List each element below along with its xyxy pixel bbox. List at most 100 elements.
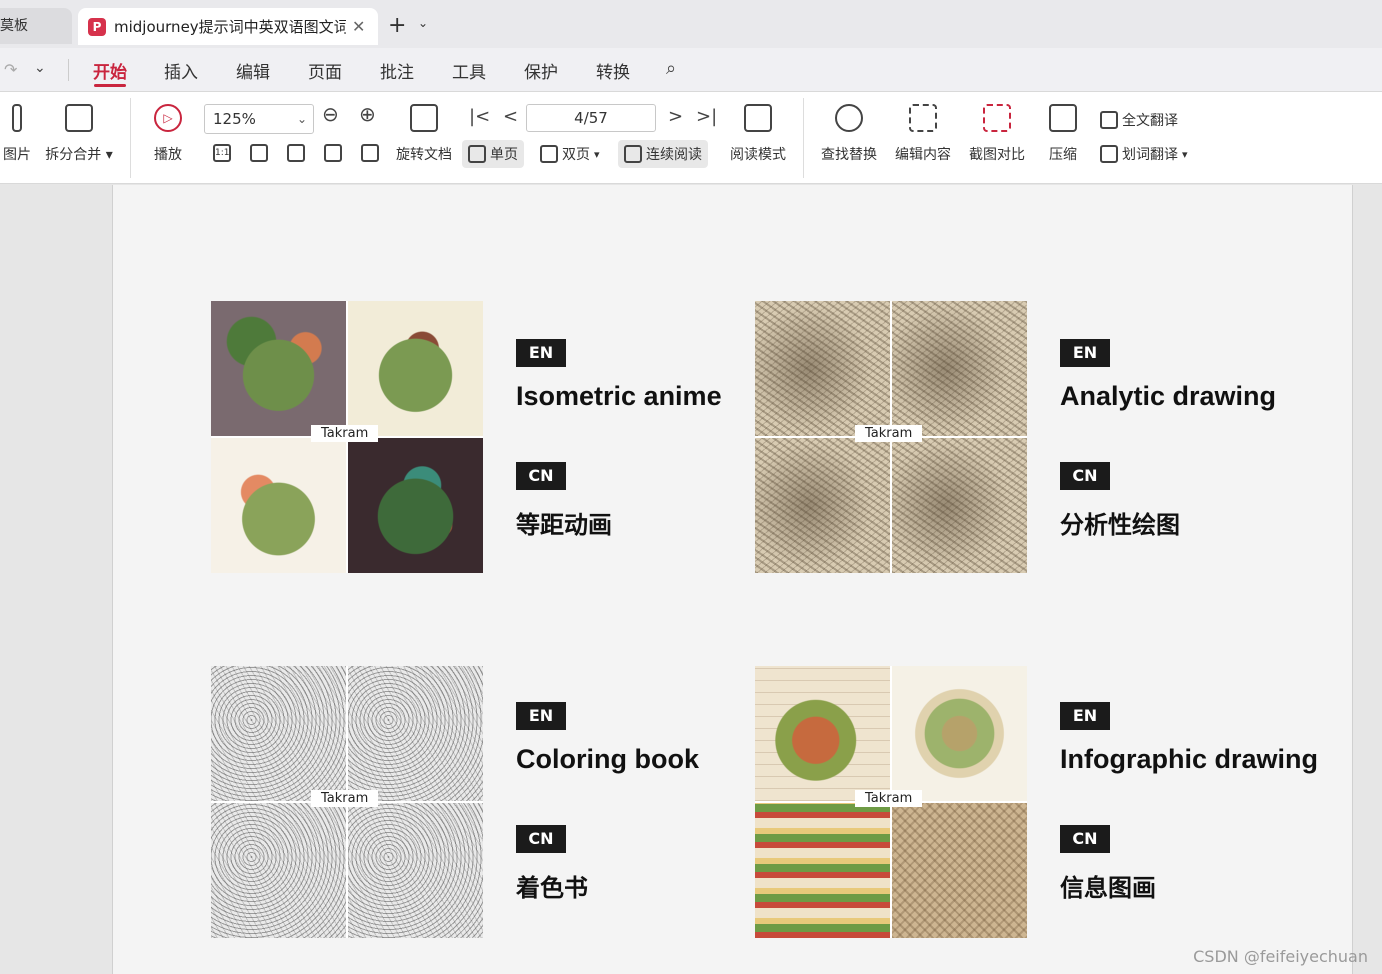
menu-start[interactable]: 开始 (93, 58, 127, 83)
double-page-button[interactable]: 双页 ▾ (540, 144, 600, 164)
rotate-document-label: 旋转文档 (396, 147, 452, 163)
full-translate-button[interactable]: 全文翻译 (1100, 110, 1178, 130)
menu-edit[interactable]: 编辑 (236, 58, 270, 83)
redo-icon[interactable]: ↷ (4, 60, 17, 79)
en-badge: EN (516, 339, 566, 367)
play-button[interactable]: ▷ 播放 (150, 92, 186, 164)
tab-previous[interactable]: 莫板 (0, 8, 72, 44)
artwork-image (348, 438, 483, 573)
cn-badge: CN (516, 462, 566, 490)
chinese-term: 等距动画 (516, 511, 612, 539)
english-term: Infographic drawing (1060, 744, 1319, 774)
new-tab-icon[interactable]: + (388, 13, 406, 38)
compress-icon (1049, 104, 1077, 132)
image-icon (12, 104, 22, 132)
artwork-image (348, 666, 483, 801)
double-page-label: 双页 (562, 147, 590, 163)
takram-label: Takram (311, 425, 379, 442)
artwork-image (755, 301, 890, 436)
toolbar: 图片 拆分合并 ▾ ▷ 播放 125% ⌄ ⊖ ⊕ 1:1 旋转文档 单页 双页… (0, 92, 1382, 184)
screenshot-compare-label: 截图对比 (969, 147, 1025, 163)
artwork-image (755, 803, 890, 938)
edit-content-button[interactable]: 编辑内容 (892, 92, 954, 164)
menu-annotate[interactable]: 批注 (380, 58, 414, 83)
play-icon: ▷ (154, 104, 182, 132)
tab-previous-label: 莫板 (0, 18, 28, 34)
previous-page-icon[interactable]: < (503, 106, 518, 127)
rotate-right-icon (361, 144, 379, 162)
zoom-select[interactable]: 125% ⌄ (204, 104, 314, 134)
find-replace-button[interactable]: 查找替换 (818, 92, 880, 164)
word-translate-button[interactable]: 划词翻译 ▾ (1100, 144, 1188, 164)
menu-convert[interactable]: 转换 (596, 58, 630, 83)
menu-insert[interactable]: 插入 (164, 58, 198, 83)
chevron-down-icon[interactable]: ⌄ (418, 16, 428, 30)
artwork-image (892, 666, 1027, 801)
artwork-image (892, 803, 1027, 938)
fit-page-button[interactable] (250, 144, 272, 162)
pdf-page: Takram EN Isometric anime CN 等距动画 Takram… (112, 185, 1353, 974)
page-number-input[interactable]: 4/57 (526, 104, 656, 132)
image-label: 图片 (3, 147, 31, 163)
full-translate-label: 全文翻译 (1122, 113, 1178, 129)
pdf-app-icon: P (88, 17, 106, 36)
tab-current-document[interactable]: P midjourney提示词中英双语图文词 ✕ (78, 8, 378, 45)
artwork-image (211, 803, 346, 938)
zoom-in-icon[interactable]: ⊕ (359, 102, 376, 126)
divider (803, 98, 804, 178)
tab-title: midjourney提示词中英双语图文词 (114, 18, 346, 36)
last-page-icon[interactable]: >| (696, 106, 717, 127)
fit-width-icon (287, 144, 305, 162)
image-button[interactable]: 图片 (0, 92, 34, 164)
rotate-left-icon (324, 144, 342, 162)
next-page-icon[interactable]: > (668, 106, 683, 127)
actual-size-button[interactable]: 1:1 (213, 144, 235, 162)
quick-access-caret-icon[interactable]: ⌄ (34, 60, 46, 76)
chinese-term: 分析性绘图 (1060, 511, 1180, 539)
english-term: Analytic drawing (1060, 381, 1277, 411)
rotate-left-button[interactable] (324, 144, 346, 162)
read-mode-button[interactable]: 阅读模式 (728, 92, 788, 164)
menu-page[interactable]: 页面 (308, 58, 342, 83)
artwork-image (892, 438, 1027, 573)
english-term: Isometric anime (516, 381, 722, 411)
zoom-out-icon[interactable]: ⊖ (322, 102, 339, 126)
screenshot-compare-button[interactable]: 截图对比 (966, 92, 1028, 164)
rotate-right-button[interactable] (361, 144, 383, 162)
edit-content-icon (909, 104, 937, 132)
artwork-image (755, 438, 890, 573)
close-tab-icon[interactable]: ✕ (352, 17, 365, 36)
zoom-value: 125% (213, 110, 256, 128)
artwork-image (348, 803, 483, 938)
chinese-term: 着色书 (516, 874, 588, 902)
continuous-read-icon (624, 145, 642, 163)
cn-badge: CN (1060, 825, 1110, 853)
split-merge-button[interactable]: 拆分合并 ▾ (42, 92, 116, 164)
artwork-image (755, 666, 890, 801)
rotate-document-button[interactable]: 旋转文档 (394, 92, 454, 164)
search-icon[interactable]: ⌕ (666, 58, 676, 79)
takram-label: Takram (311, 790, 379, 807)
takram-label: Takram (855, 790, 923, 807)
first-page-icon[interactable]: |< (469, 106, 490, 127)
word-translate-icon (1100, 145, 1118, 163)
split-merge-label: 拆分合并 ▾ (45, 147, 113, 163)
single-page-button[interactable]: 单页 (462, 140, 524, 168)
fit-width-button[interactable] (287, 144, 309, 162)
screenshot-compare-icon (983, 104, 1011, 132)
artwork-image (211, 666, 346, 801)
single-page-label: 单页 (490, 147, 518, 163)
menu-protect[interactable]: 保护 (524, 58, 558, 83)
en-badge: EN (516, 702, 566, 730)
edit-content-label: 编辑内容 (895, 147, 951, 163)
compress-button[interactable]: 压缩 (1046, 92, 1080, 164)
en-badge: EN (1060, 702, 1110, 730)
book-icon (744, 104, 772, 132)
menu-tools[interactable]: 工具 (452, 58, 486, 83)
chevron-down-icon: ⌄ (296, 112, 307, 126)
ribbon-menu: ↷ ⌄ 开始 插入 编辑 页面 批注 工具 保护 转换 ⌕ (0, 48, 1382, 92)
cn-badge: CN (516, 825, 566, 853)
en-badge: EN (1060, 339, 1110, 367)
chinese-term: 信息图画 (1060, 874, 1156, 902)
continuous-read-button[interactable]: 连续阅读 (618, 140, 708, 168)
